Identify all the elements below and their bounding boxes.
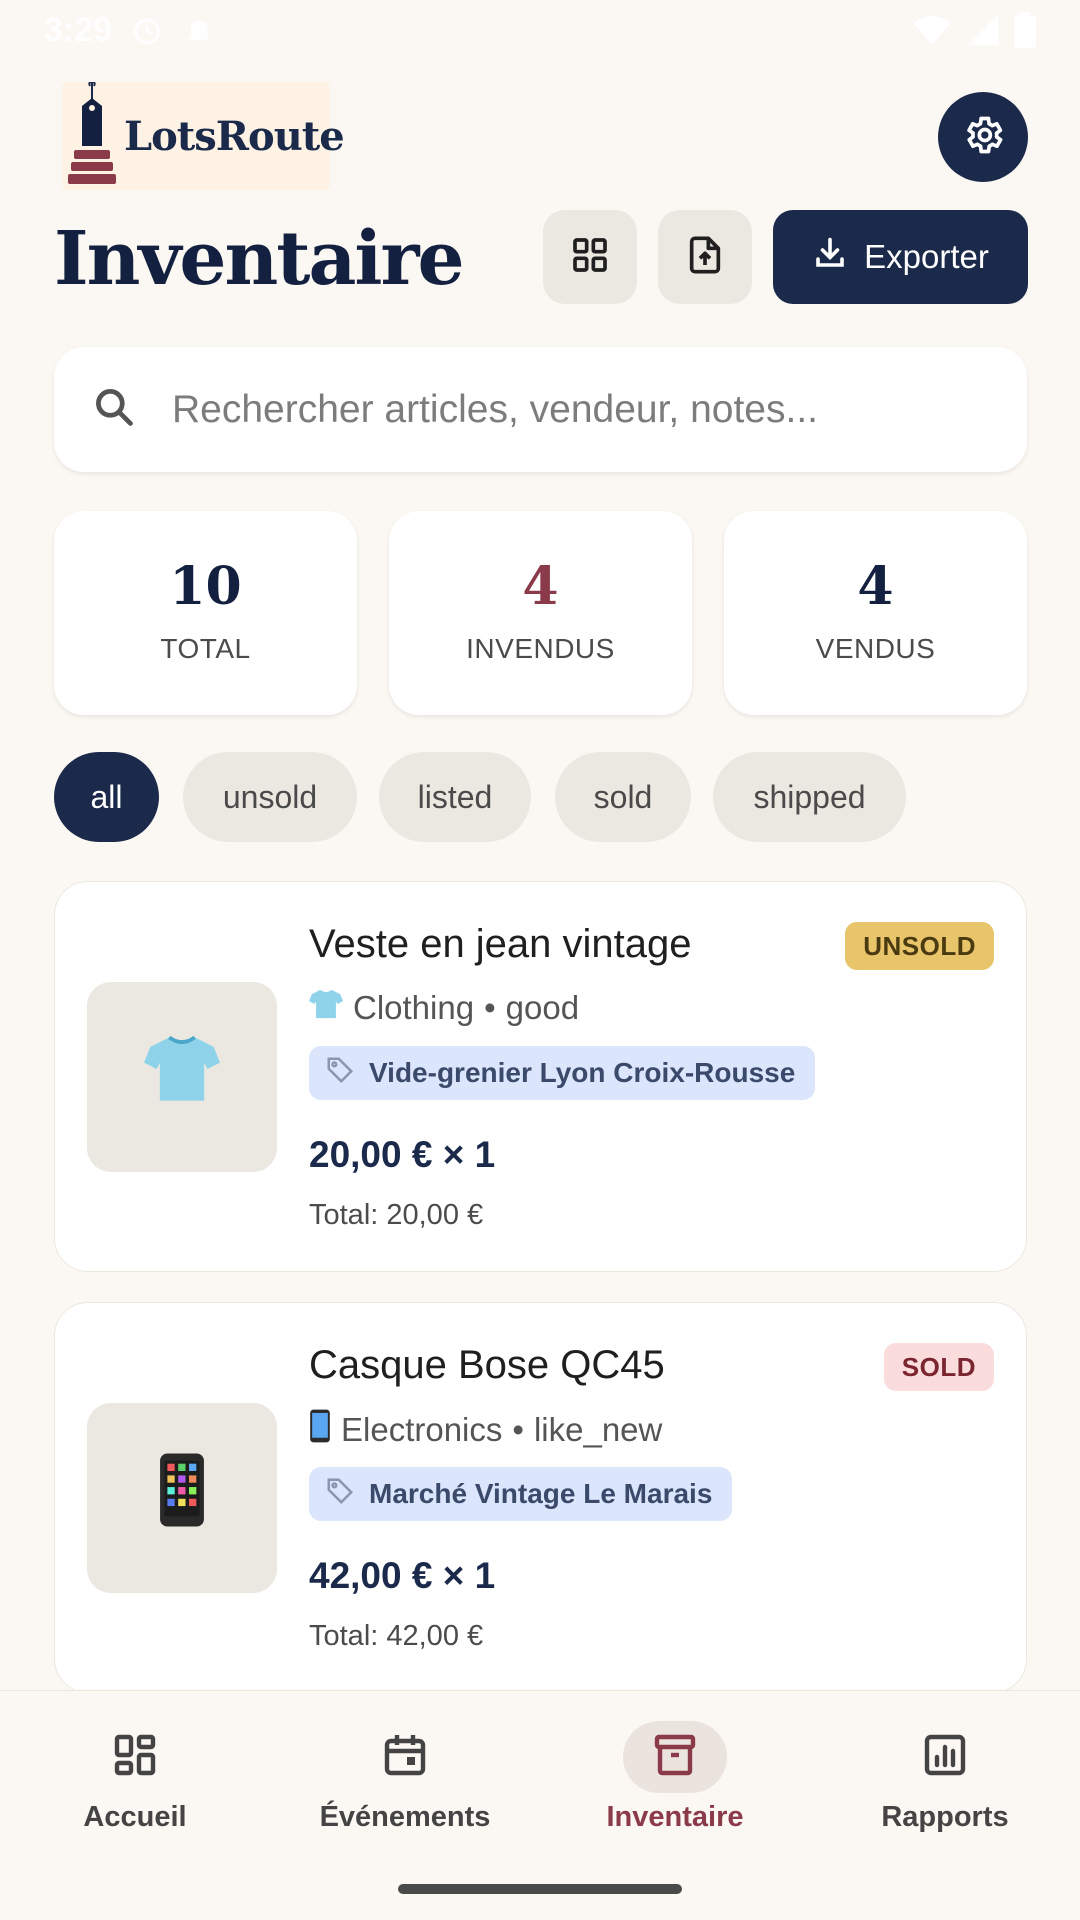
stat-label: INVENDUS xyxy=(466,633,615,664)
inventory-item-card[interactable]: Veste en jean vintage UNSOLD Clothing • … xyxy=(54,881,1027,1272)
item-price: 42,00 € × 1 xyxy=(309,1555,496,1596)
alarm-icon xyxy=(130,13,164,47)
nav-item-inventaire[interactable]: Inventaire xyxy=(540,1721,810,1851)
settings-button[interactable] xyxy=(938,92,1028,182)
event-name: Marché Vintage Le Marais xyxy=(369,1478,713,1509)
status-badge: UNSOLD xyxy=(845,922,994,970)
nav-label: Événements xyxy=(319,1801,491,1833)
stat-value: 4 xyxy=(522,556,559,617)
file-upload-icon xyxy=(685,235,725,280)
stat-total: 10 TOTAL xyxy=(54,511,357,715)
item-meta: Electronics • like_new xyxy=(309,1409,662,1451)
grid-view-button[interactable] xyxy=(543,210,637,304)
event-name: Vide-grenier Lyon Croix-Rousse xyxy=(369,1057,796,1088)
page-title: Inventaire xyxy=(54,216,465,302)
gear-icon xyxy=(961,113,1005,162)
nav-label: Rapports xyxy=(881,1801,1009,1833)
nav-item-accueil[interactable]: Accueil xyxy=(0,1721,270,1851)
search-icon xyxy=(92,385,136,434)
stat-value: 10 xyxy=(169,556,242,617)
export-label: Exporter xyxy=(864,238,989,275)
grid-icon xyxy=(570,235,610,280)
filter-chip-listed[interactable]: listed xyxy=(379,752,531,842)
tag-icon xyxy=(325,1476,355,1513)
item-thumbnail xyxy=(87,1403,277,1593)
app-logo: LotsRoute xyxy=(62,80,345,191)
nav-item-evenements[interactable]: Événements xyxy=(270,1721,540,1851)
item-total: Total: 20,00 € xyxy=(309,1199,484,1231)
nav-label: Inventaire xyxy=(606,1801,744,1833)
meta-separator: • xyxy=(484,989,496,1026)
tshirt-icon xyxy=(144,1034,220,1121)
item-condition: good xyxy=(505,989,580,1026)
battery-icon xyxy=(1014,12,1036,48)
status-time: 3:29 xyxy=(44,10,113,49)
phone-icon xyxy=(309,1409,331,1451)
price-tag-icon xyxy=(68,80,118,191)
archive-icon xyxy=(651,1731,699,1784)
item-category: Clothing xyxy=(353,989,475,1026)
filter-chip-unsold[interactable]: unsold xyxy=(183,752,357,842)
item-thumbnail xyxy=(87,982,277,1172)
signal-icon xyxy=(966,13,1000,47)
stat-label: VENDUS xyxy=(815,633,936,664)
event-tag: Marché Vintage Le Marais xyxy=(309,1467,733,1521)
dashboard-icon xyxy=(111,1731,159,1784)
item-meta: Clothing • good xyxy=(309,988,579,1028)
event-tag: Vide-grenier Lyon Croix-Rousse xyxy=(309,1046,816,1100)
status-badge: SOLD xyxy=(883,1343,994,1391)
export-button[interactable]: Exporter xyxy=(773,210,1028,304)
stat-value: 4 xyxy=(857,556,894,617)
filter-chip-all[interactable]: all xyxy=(54,752,159,842)
calendar-icon xyxy=(381,1731,429,1784)
stat-unsold: 4 INVENDUS xyxy=(389,511,692,715)
filter-chip-shipped[interactable]: shipped xyxy=(713,752,906,842)
search-input[interactable]: Rechercher articles, vendeur, notes... xyxy=(54,347,1027,472)
nav-icon-container xyxy=(623,1721,727,1793)
nav-icon-container xyxy=(353,1721,457,1793)
stat-label: TOTAL xyxy=(160,633,251,664)
nav-icon-container xyxy=(83,1721,187,1793)
download-icon xyxy=(812,235,848,279)
item-total: Total: 42,00 € xyxy=(309,1620,484,1652)
search-placeholder: Rechercher articles, vendeur, notes... xyxy=(172,387,818,431)
item-price: 20,00 € × 1 xyxy=(309,1134,496,1175)
tag-icon xyxy=(325,1055,355,1092)
item-category: Electronics xyxy=(341,1411,503,1448)
import-button[interactable] xyxy=(658,210,752,304)
tshirt-icon xyxy=(309,988,343,1028)
stat-sold: 4 VENDUS xyxy=(724,511,1027,715)
wifi-icon xyxy=(912,13,952,47)
logo-text: LotsRoute xyxy=(124,112,345,160)
filter-chip-sold[interactable]: sold xyxy=(555,752,691,842)
item-title: Casque Bose QC45 xyxy=(309,1343,665,1387)
meta-separator: • xyxy=(512,1411,524,1448)
notification-icon xyxy=(182,13,216,47)
phone-icon xyxy=(158,1452,206,1545)
nav-label: Accueil xyxy=(83,1801,187,1833)
status-bar: 3:29 xyxy=(0,0,1080,60)
nav-icon-container xyxy=(893,1721,997,1793)
home-indicator[interactable] xyxy=(398,1884,682,1894)
item-title: Veste en jean vintage xyxy=(309,922,692,966)
nav-item-rapports[interactable]: Rapports xyxy=(810,1721,1080,1851)
inventory-item-card[interactable]: Casque Bose QC45 SOLD Electronics • like… xyxy=(54,1302,1027,1693)
chart-icon xyxy=(921,1731,969,1784)
item-condition: like_new xyxy=(533,1411,663,1448)
